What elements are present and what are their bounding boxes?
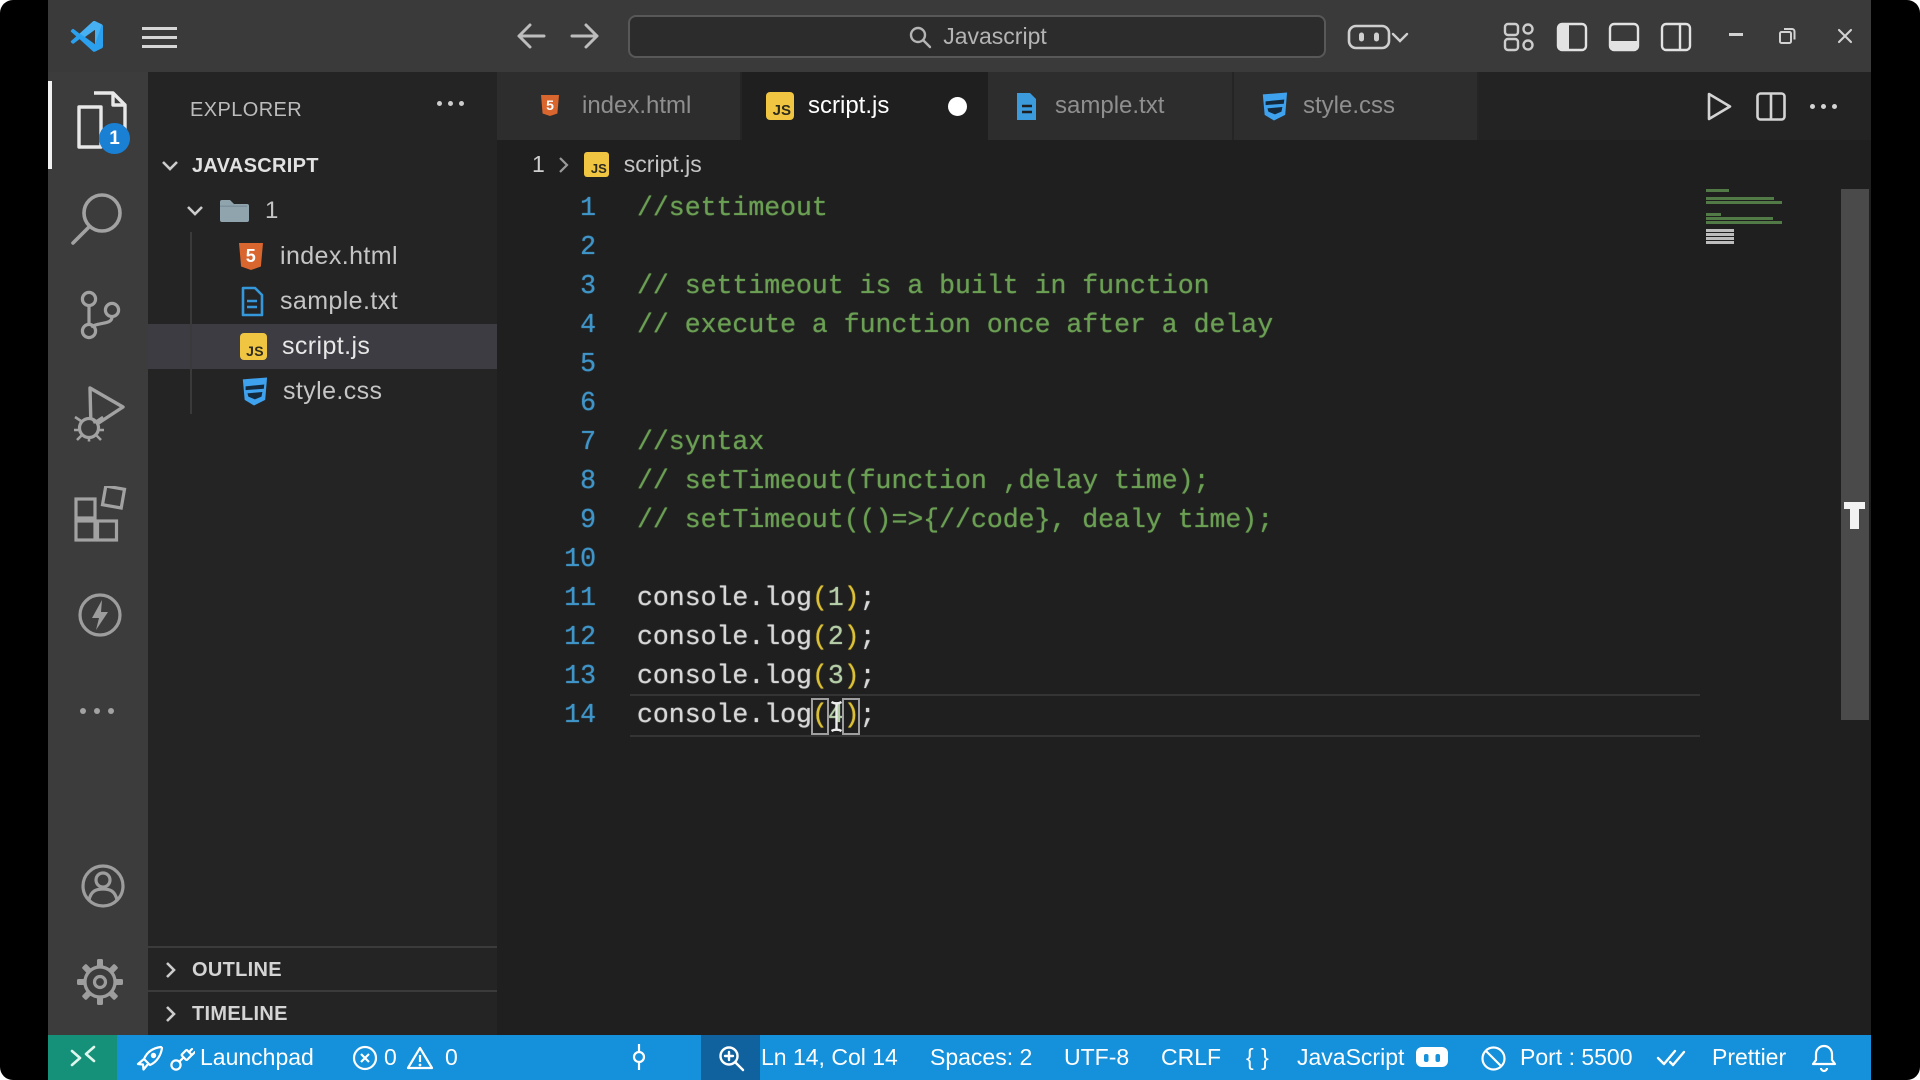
svg-text:5: 5 <box>246 246 256 266</box>
svg-text:5: 5 <box>546 97 554 113</box>
